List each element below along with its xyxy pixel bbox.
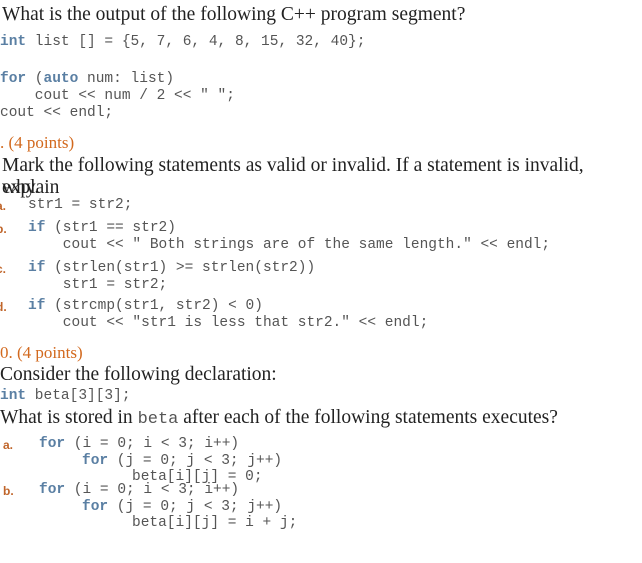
code-keyword: for xyxy=(0,71,27,87)
code-keyword: for xyxy=(39,436,66,452)
q2-item-d-label: d. xyxy=(0,300,7,314)
code-keyword: for xyxy=(82,499,109,515)
q3-prompt-2: What is stored in beta after each of the… xyxy=(0,407,558,429)
q2-item-c-code-line-1: if (strlen(str1) >= strlen(str2)) xyxy=(28,260,316,276)
q2-item-a-label: a. xyxy=(0,199,7,213)
code-keyword: for xyxy=(39,482,66,498)
code-keyword: if xyxy=(28,260,46,276)
code-keyword: if xyxy=(28,298,46,314)
q3-declaration: int beta[3][3]; xyxy=(0,388,131,404)
q1-prompt: What is the output of the following C++ … xyxy=(2,4,466,25)
q3-points: 0. (4 points) xyxy=(0,343,83,362)
q1-code-line-4: cout << endl; xyxy=(0,105,114,121)
code-keyword: int xyxy=(0,34,27,50)
q3-item-b-line-1: for (i = 0; i < 3; i++) xyxy=(39,482,240,498)
q3-item-a-label: a. xyxy=(3,438,14,452)
q2-points: . (4 points) xyxy=(0,133,75,152)
q2-prompt-line-1: Mark the following statements as valid o… xyxy=(2,155,584,198)
q3-item-a-line-1: for (i = 0; i < 3; i++) xyxy=(39,436,240,452)
q1-code-line-3: cout << num / 2 << " "; xyxy=(0,88,235,104)
q2-item-c-label: c. xyxy=(0,262,7,276)
q3-item-b-label: b. xyxy=(3,484,14,498)
q2-item-b-code-line-2: cout << " Both strings are of the same l… xyxy=(28,237,551,253)
code-keyword: auto xyxy=(43,71,79,87)
q1-code-line-2: for (auto num: list) xyxy=(0,71,175,87)
code-keyword: int xyxy=(0,388,27,404)
q2-item-c-code-line-2: str1 = str2; xyxy=(28,277,168,293)
q2-item-b-label: b. xyxy=(0,222,7,236)
q3-prompt-1: Consider the following declaration: xyxy=(0,364,277,385)
q2-item-a-code: str1 = str2; xyxy=(28,197,133,213)
q3-item-b-line-2: for (j = 0; j < 3; j++) xyxy=(82,499,283,515)
q2-item-d-code-line-2: cout << "str1 is less that str2." << end… xyxy=(28,315,429,331)
q3-item-a-line-2: for (j = 0; j < 3; j++) xyxy=(82,453,283,469)
q2-item-b-code-line-1: if (str1 == str2) xyxy=(28,220,176,236)
code-keyword: for xyxy=(82,453,109,469)
q2-prompt-line-2: why. xyxy=(2,177,40,198)
code-keyword: if xyxy=(28,220,46,236)
inline-code: beta xyxy=(137,410,179,429)
q1-code-line-1: int list [] = {5, 7, 6, 4, 8, 15, 32, 40… xyxy=(0,34,366,50)
q2-item-d-code-line-1: if (strcmp(str1, str2) < 0) xyxy=(28,298,263,314)
q3-item-b-line-3: beta[i][j] = i + j; xyxy=(132,515,298,531)
